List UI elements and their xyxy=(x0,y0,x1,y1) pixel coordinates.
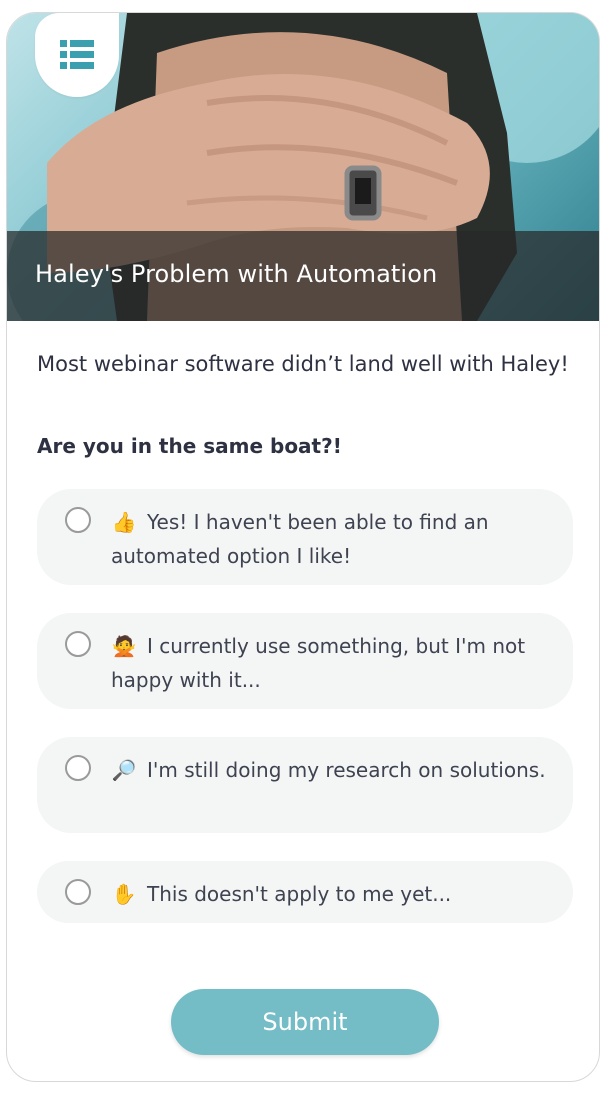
option-label: I currently use something, but I'm not h… xyxy=(111,634,526,692)
options-list: 👍 Yes! I haven't been able to find an aut… xyxy=(37,489,577,923)
option-item[interactable]: 🔎 I'm still doing my research on solution… xyxy=(37,737,573,833)
option-item[interactable]: 🙅 I currently use something, but I'm not … xyxy=(37,613,573,709)
magnifier-icon: 🔎 xyxy=(111,758,137,782)
gesture-no-icon: 🙅 xyxy=(111,634,137,658)
radio-button[interactable] xyxy=(65,507,91,533)
option-item[interactable]: ✋ This doesn't apply to me yet... xyxy=(37,861,573,923)
option-label: I'm still doing my research on solutions… xyxy=(147,758,546,782)
radio-button[interactable] xyxy=(65,879,91,905)
thumbs-up-icon: 👍 xyxy=(111,510,137,534)
option-label: This doesn't apply to me yet... xyxy=(147,882,452,906)
option-text: 🔎 I'm still doing my research on solution… xyxy=(111,753,553,787)
poll-card: Haley's Problem with Automation Most web… xyxy=(6,12,600,1082)
option-item[interactable]: 👍 Yes! I haven't been able to find an aut… xyxy=(37,489,573,585)
option-text: 👍 Yes! I haven't been able to find an aut… xyxy=(111,505,553,573)
option-label: Yes! I haven't been able to find an auto… xyxy=(111,510,489,568)
menu-button[interactable] xyxy=(35,13,119,97)
list-icon xyxy=(60,40,94,69)
submit-button[interactable]: Submit xyxy=(171,989,439,1055)
option-text: 🙅 I currently use something, but I'm not … xyxy=(111,629,553,697)
hero-caption: Haley's Problem with Automation xyxy=(7,231,599,321)
radio-button[interactable] xyxy=(65,755,91,781)
hero-title: Haley's Problem with Automation xyxy=(35,260,438,288)
option-text: ✋ This doesn't apply to me yet... xyxy=(111,877,553,911)
raised-hand-icon: ✋ xyxy=(111,882,137,906)
intro-text: Most webinar software didn’t land well w… xyxy=(37,352,569,376)
radio-button[interactable] xyxy=(65,631,91,657)
poll-content: Most webinar software didn’t land well w… xyxy=(37,347,577,951)
question-text: Are you in the same boat?! xyxy=(37,434,342,458)
